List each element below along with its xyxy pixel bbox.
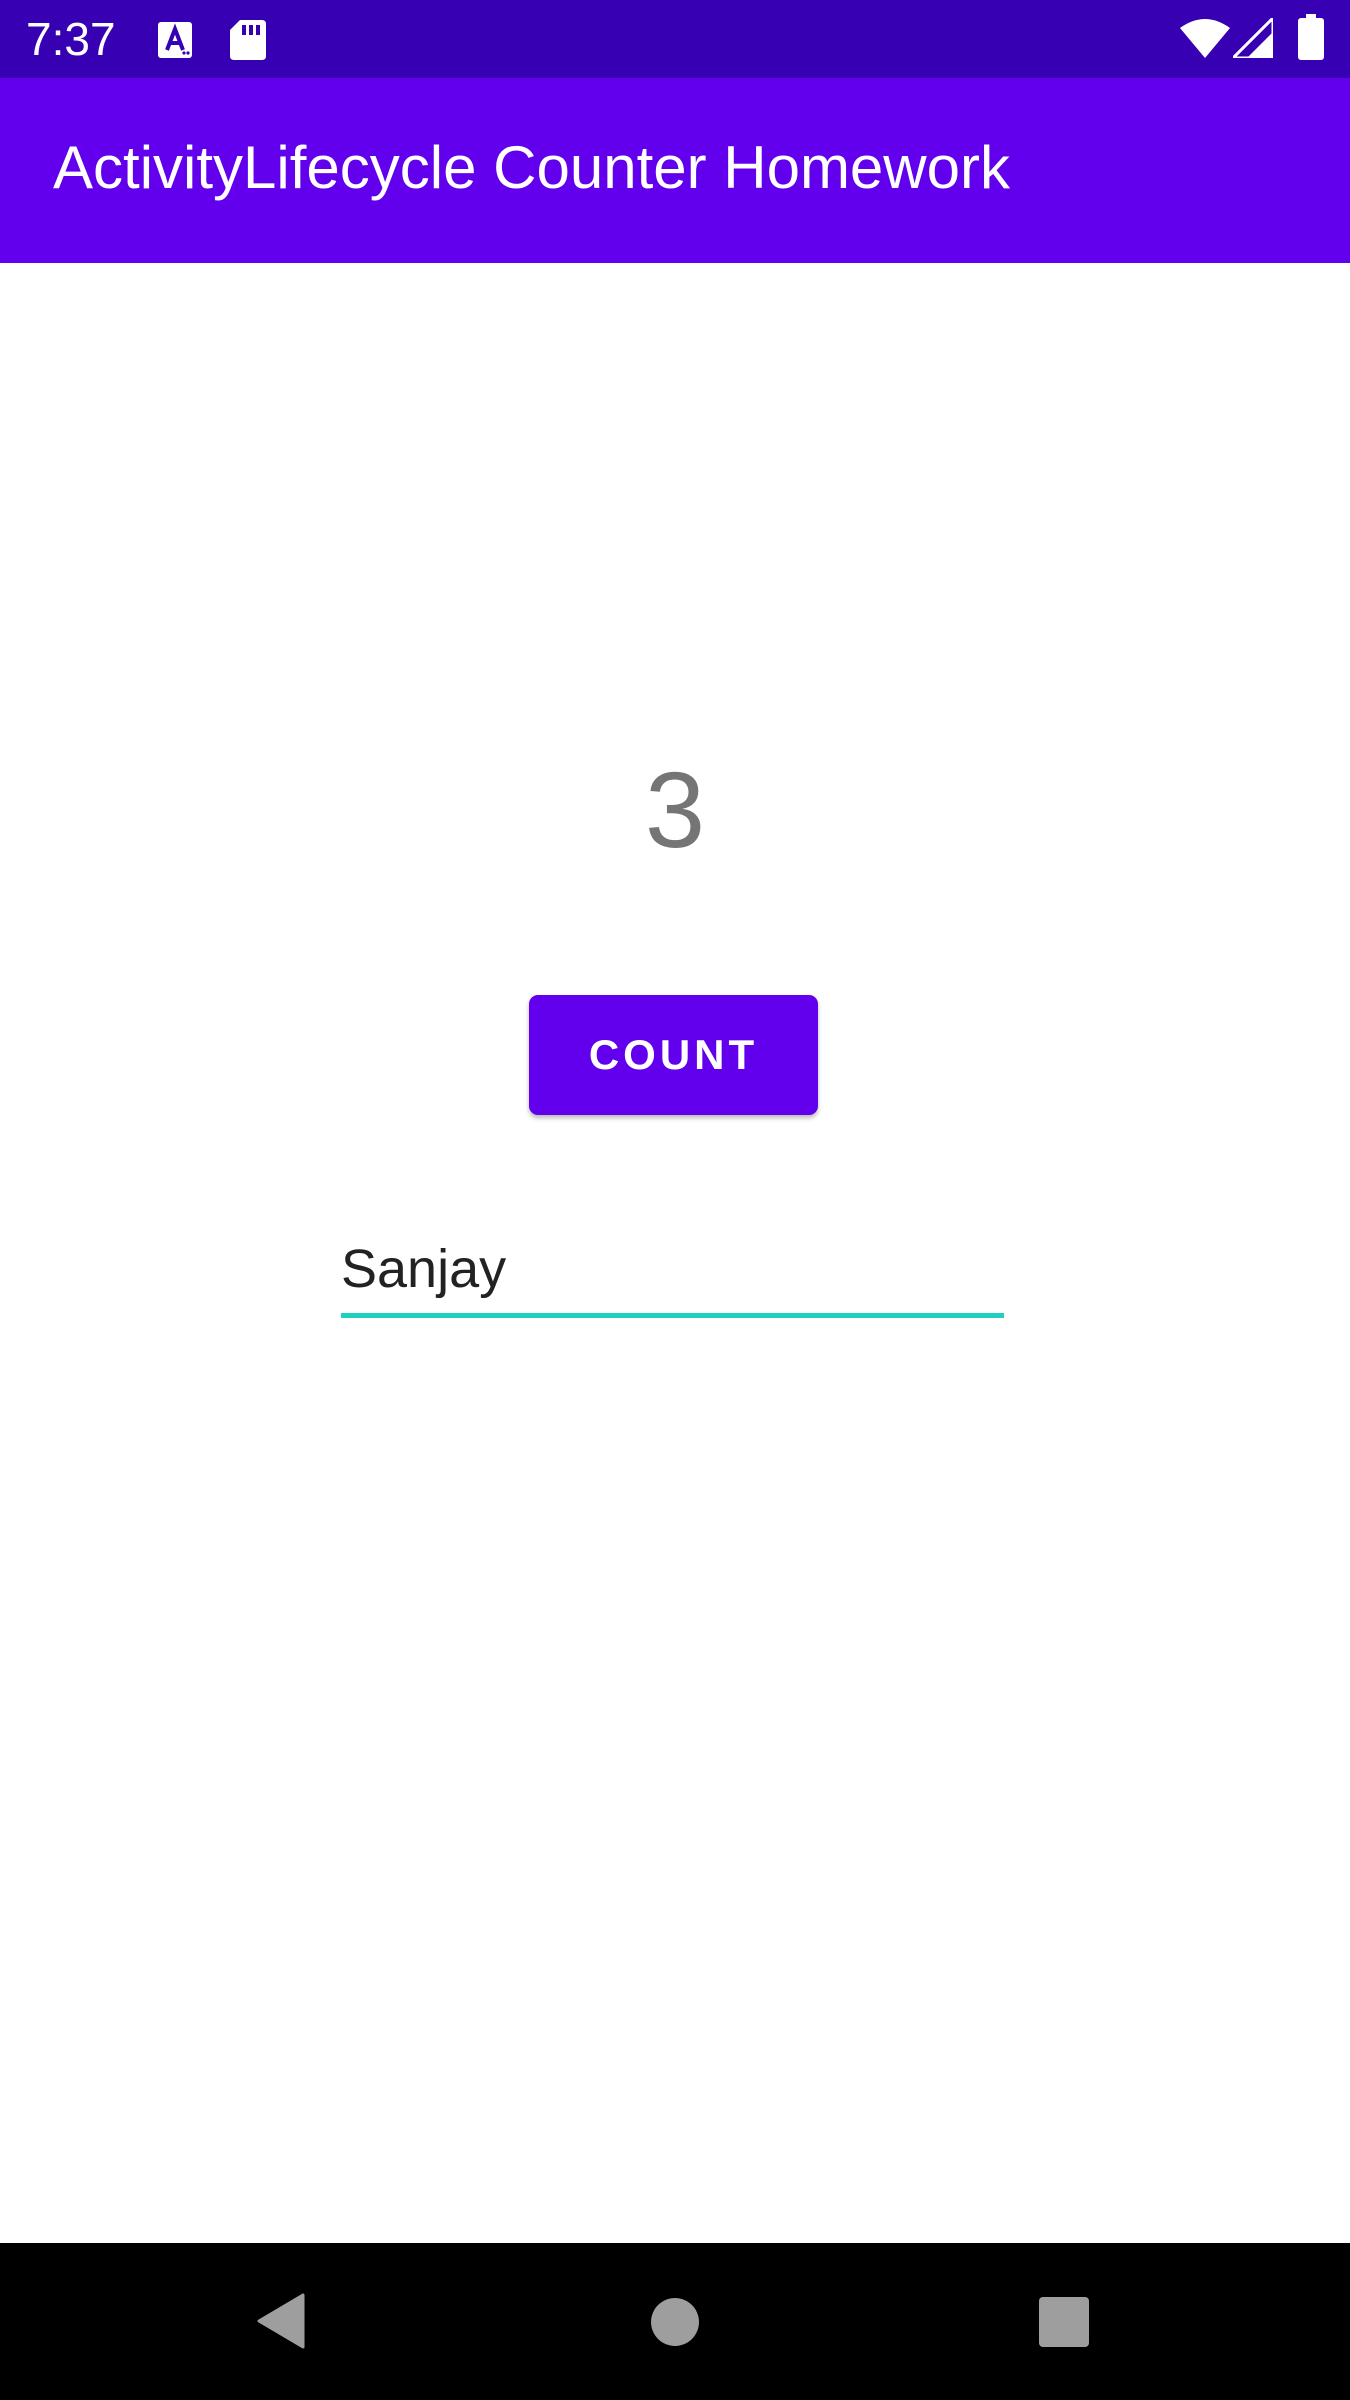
sd-card-icon (230, 20, 266, 65)
cell-signal-icon (1229, 14, 1275, 63)
app-bar: ActivityLifecycle Counter Homework (0, 78, 1350, 263)
name-input[interactable] (341, 1225, 1004, 1313)
recents-button[interactable] (983, 2243, 1143, 2400)
back-icon (257, 2293, 305, 2354)
app-screen: 7:37 ActivityLifecycle Counter Homework … (0, 0, 1350, 2400)
status-bar: 7:37 (0, 0, 1350, 78)
status-time: 7:37 (26, 13, 116, 65)
battery-icon (1298, 14, 1324, 65)
back-button[interactable] (200, 2243, 360, 2400)
count-button[interactable]: COUNT (529, 995, 818, 1115)
name-input-underline (341, 1313, 1004, 1318)
navigation-bar (0, 2243, 1350, 2400)
counter-value: 3 (644, 749, 706, 870)
accessibility-a-icon (158, 22, 192, 63)
name-field-container (341, 1225, 1004, 1320)
home-button[interactable] (595, 2243, 755, 2400)
app-title: ActivityLifecycle Counter Homework (53, 134, 1010, 201)
recents-icon (1039, 2297, 1089, 2352)
home-icon (650, 2297, 700, 2352)
wifi-icon (1180, 18, 1230, 63)
